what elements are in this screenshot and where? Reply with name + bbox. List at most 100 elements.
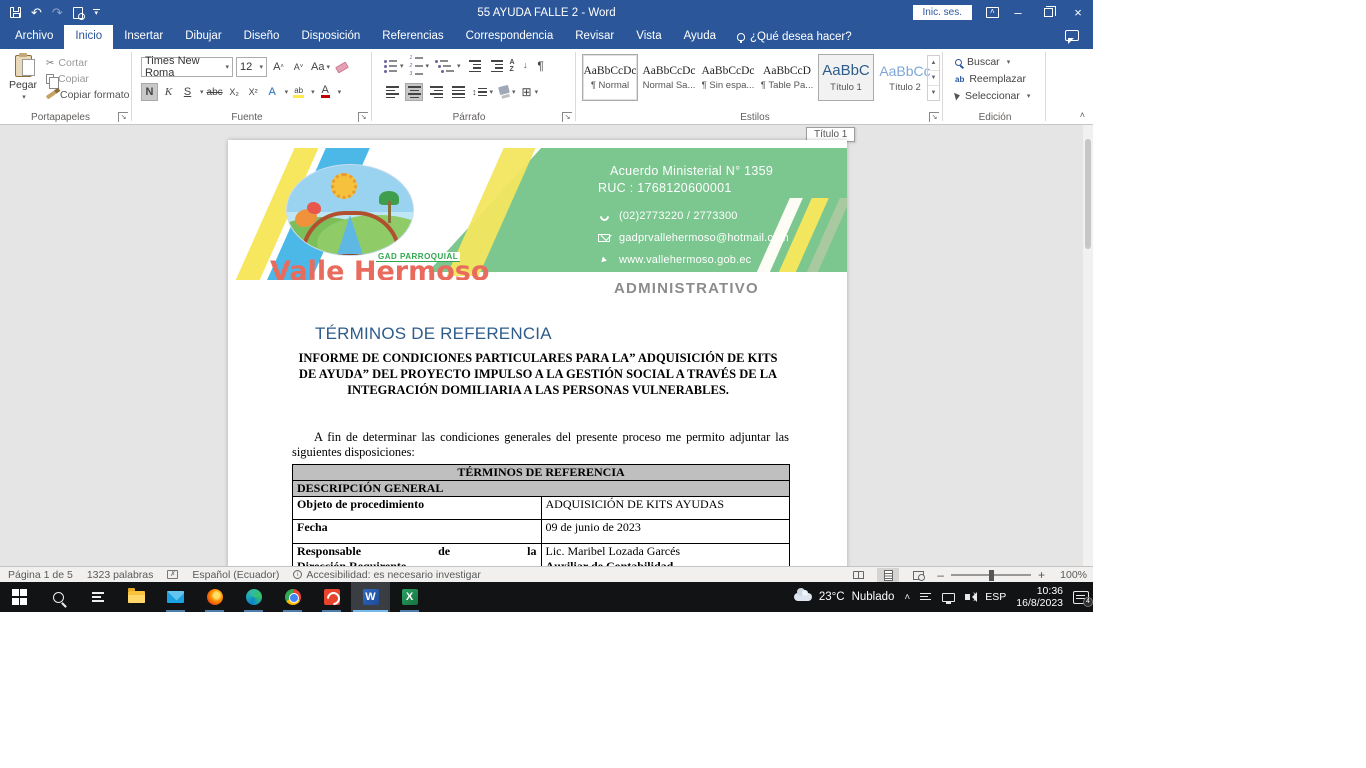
web-layout-button[interactable] [907, 568, 929, 582]
styles-gallery-more[interactable]: ▼ [928, 86, 939, 100]
tray-expand-button[interactable]: ˄ [904, 592, 910, 603]
edge-button[interactable] [234, 582, 273, 612]
sign-in-button[interactable]: Inic. ses. [913, 5, 972, 20]
word-app-button[interactable]: W [351, 582, 390, 612]
excel-app-button[interactable]: X [390, 582, 429, 612]
minimize-button[interactable]: – [1003, 0, 1033, 25]
tab-correspondencia[interactable]: Correspondencia [455, 25, 565, 49]
find-button[interactable]: Buscar▾ [955, 56, 1030, 68]
keyboard-language[interactable]: ESP [985, 591, 1006, 603]
table-row[interactable]: Responsable de laDirección Requirente Li… [293, 544, 790, 567]
weather-widget[interactable]: 23°C Nublado [794, 591, 895, 603]
style-normal[interactable]: AaBbCcDc¶ Normal [582, 54, 638, 101]
taskbar-search-button[interactable] [39, 582, 78, 612]
ribbon-display-options-icon[interactable] [986, 7, 999, 18]
text-effects-button[interactable]: A [264, 83, 281, 101]
styles-scroll-up[interactable]: ▲ [928, 56, 939, 71]
mail-app-button[interactable] [156, 582, 195, 612]
chrome-button[interactable] [273, 582, 312, 612]
notification-center-button[interactable]: 4 [1073, 591, 1089, 604]
cut-button[interactable]: ✂Cortar [46, 57, 129, 69]
increase-indent-button[interactable] [488, 57, 506, 75]
table-section-row[interactable]: DESCRIPCIÓN GENERAL [293, 481, 790, 497]
line-spacing-button[interactable]: ↕▾ [471, 83, 494, 101]
highlight-button[interactable]: ab [290, 83, 307, 101]
strikethrough-button[interactable]: abc [206, 83, 224, 101]
styles-dialog-launcher[interactable]: ↘ [929, 112, 939, 122]
language-indicator[interactable]: Español (Ecuador) [192, 569, 279, 581]
subscript-button[interactable]: X₂ [226, 83, 243, 101]
start-button[interactable] [0, 582, 39, 612]
underline-button[interactable]: S [179, 83, 196, 101]
print-layout-button[interactable] [877, 568, 899, 582]
document-page[interactable]: Acuerdo Ministerial N° 1359 RUC : 176812… [228, 140, 847, 566]
scrollbar-thumb[interactable] [1085, 139, 1091, 249]
font-dialog-launcher[interactable]: ↘ [358, 112, 368, 122]
sort-button[interactable]: AZ↓ [510, 59, 528, 73]
restore-button[interactable] [1033, 0, 1063, 25]
style-titulo-2[interactable]: AaBbCcTítulo 2 [877, 54, 933, 101]
shading-button[interactable]: ▾ [498, 83, 517, 101]
shrink-font-button[interactable]: A˅ [290, 58, 307, 76]
pdf-app-button[interactable] [312, 582, 351, 612]
align-center-button[interactable] [405, 83, 423, 101]
undo-icon[interactable]: ↶ [31, 6, 42, 19]
copy-button[interactable]: Copiar [46, 73, 129, 85]
page-indicator[interactable]: Página 1 de 5 [8, 569, 73, 581]
zoom-in-button[interactable]: + [1038, 570, 1045, 580]
tab-disposicion[interactable]: Disposición [290, 25, 371, 49]
multilevel-list-button[interactable]: ▾ [434, 57, 462, 75]
format-painter-button[interactable]: Copiar formato [46, 89, 129, 101]
paragraph-dialog-launcher[interactable]: ↘ [562, 112, 572, 122]
file-explorer-button[interactable] [117, 582, 156, 612]
text-effects-caret-icon[interactable]: ▾ [285, 88, 289, 96]
tab-dibujar[interactable]: Dibujar [174, 25, 232, 49]
accessibility-status[interactable]: iAccesibilidad: es necesario investigar [293, 569, 481, 581]
decrease-indent-button[interactable] [466, 57, 484, 75]
volume-icon[interactable] [965, 594, 975, 600]
tray-pen-icon[interactable] [920, 593, 932, 602]
superscript-button[interactable]: X² [245, 83, 262, 101]
style-titulo-1[interactable]: AaBbCTítulo 1 [818, 54, 874, 101]
tab-revisar[interactable]: Revisar [564, 25, 625, 49]
tab-ayuda[interactable]: Ayuda [673, 25, 727, 49]
justify-button[interactable] [449, 83, 467, 101]
firefox-button[interactable] [195, 582, 234, 612]
borders-button[interactable]: ⊞▾ [521, 83, 540, 101]
tab-insertar[interactable]: Insertar [113, 25, 174, 49]
tab-vista[interactable]: Vista [625, 25, 672, 49]
proofing-status[interactable]: ✗ [167, 570, 178, 579]
zoom-out-button[interactable]: – [937, 570, 944, 580]
clock[interactable]: 10:36 16/8/2023 [1016, 585, 1063, 609]
zoom-percentage[interactable]: 100% [1053, 569, 1087, 581]
select-button[interactable]: Seleccionar▾ [955, 90, 1030, 102]
bold-button[interactable]: N [141, 83, 158, 101]
show-marks-button[interactable]: ¶ [532, 57, 550, 75]
underline-caret-icon[interactable]: ▾ [200, 88, 204, 96]
word-count[interactable]: 1323 palabras [87, 569, 154, 581]
replace-button[interactable]: abReemplazar [955, 73, 1030, 85]
font-color-button[interactable]: A [317, 83, 334, 101]
network-icon[interactable] [942, 593, 955, 602]
clipboard-dialog-launcher[interactable]: ↘ [118, 112, 128, 122]
grow-font-button[interactable]: A˄ [270, 58, 287, 76]
tab-referencias[interactable]: Referencias [371, 25, 454, 49]
styles-scroll-down[interactable]: ▼ [928, 71, 939, 86]
italic-button[interactable]: K [160, 83, 177, 101]
tab-inicio[interactable]: Inicio [64, 25, 113, 49]
style-table-pa[interactable]: AaBbCcD¶ Table Pa... [759, 54, 815, 101]
collapse-ribbon-button[interactable]: ˄ [1080, 110, 1085, 120]
table-row[interactable]: Objeto de procedimiento ADQUISICIÓN DE K… [293, 497, 790, 520]
close-button[interactable]: × [1063, 0, 1093, 25]
vertical-scrollbar[interactable] [1083, 125, 1093, 566]
align-left-button[interactable] [383, 83, 401, 101]
table-row[interactable]: Fecha 09 de junio de 2023 [293, 520, 790, 544]
tell-me-box[interactable]: ¿Qué desea hacer? [727, 25, 862, 49]
doc-bold-paragraph[interactable]: INFORME DE CONDICIONES PARTICULARES PARA… [298, 350, 778, 398]
tab-archivo[interactable]: Archivo [4, 25, 64, 49]
align-right-button[interactable] [427, 83, 445, 101]
doc-intro-paragraph[interactable]: A fin de determinar las condiciones gene… [292, 430, 789, 459]
zoom-slider-handle[interactable] [989, 570, 994, 581]
change-case-button[interactable]: Aa▾ [310, 58, 331, 76]
doc-heading[interactable]: TÉRMINOS DE REFERENCIA [315, 324, 552, 344]
